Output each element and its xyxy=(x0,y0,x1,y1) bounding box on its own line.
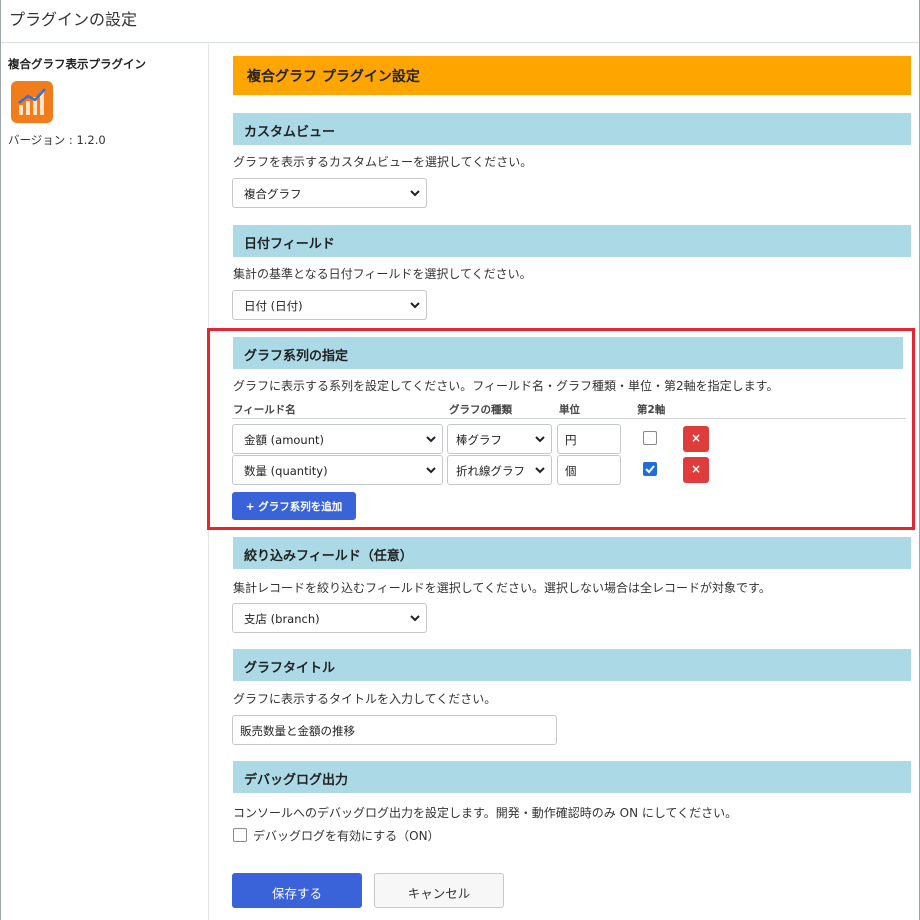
section-heading: 絞り込みフィールド（任意） xyxy=(244,549,413,564)
select-value: 日付 (日付) xyxy=(244,299,303,313)
window-titlebar: プラグインの設定 xyxy=(1,0,919,43)
section-heading: デバッグログ出力 xyxy=(244,773,349,788)
window-title: プラグインの設定 xyxy=(9,10,138,29)
section-date-field-header: 日付フィールド xyxy=(233,225,911,257)
chevron-down-icon xyxy=(410,190,420,197)
save-label: 保存する xyxy=(271,886,322,901)
cancel-label: キャンセル xyxy=(407,886,471,901)
select-value: 支店 (branch) xyxy=(244,612,320,626)
section-heading: カスタムビュー xyxy=(244,125,336,140)
filter-field-description: 集計レコードを絞り込むフィールドを選択してください。選択しない場合は全レコードが… xyxy=(233,581,771,595)
input-value: 販売数量と金額の推移 xyxy=(240,724,355,738)
filter-field-select[interactable]: 支店 (branch) xyxy=(232,603,427,633)
date-field-description: 集計の基準となる日付フィールドを選択してください。 xyxy=(233,267,532,281)
plugin-name: 複合グラフ表示プラグイン xyxy=(8,57,146,71)
date-field-select[interactable]: 日付 (日付) xyxy=(232,290,427,320)
debug-checkbox[interactable] xyxy=(233,828,247,842)
graph-title-description: グラフに表示するタイトルを入力してください。 xyxy=(233,692,497,706)
chevron-down-icon xyxy=(410,615,420,622)
section-heading: グラフタイトル xyxy=(244,661,336,676)
chevron-down-icon xyxy=(410,302,420,309)
custom-view-description: グラフを表示するカスタムビューを選択してください。 xyxy=(233,155,533,169)
section-heading: 日付フィールド xyxy=(244,237,335,252)
graph-title-input[interactable]: 販売数量と金額の推移 xyxy=(232,715,557,745)
section-graph-title-header: グラフタイトル xyxy=(233,649,911,681)
debug-description: コンソールへのデバッグログ出力を設定します。開発・動作確認時のみ ON にしてく… xyxy=(233,806,738,820)
custom-view-select[interactable]: 複合グラフ xyxy=(232,178,427,208)
section-custom-view-header: カスタムビュー xyxy=(233,113,911,145)
highlight-box xyxy=(207,328,915,530)
select-value: 複合グラフ xyxy=(244,187,302,201)
main-title-bar: 複合グラフ プラグイン設定 xyxy=(233,56,911,95)
cancel-button[interactable]: キャンセル xyxy=(374,873,504,908)
debug-checkbox-label[interactable]: デバッグログを有効にする（ON） xyxy=(253,827,440,844)
sidebar: 複合グラフ表示プラグイン バージョン : 1.2.0 xyxy=(1,44,209,920)
bar-line-chart-icon xyxy=(11,81,53,123)
save-button[interactable]: 保存する xyxy=(232,873,362,908)
section-debug-header: デバッグログ出力 xyxy=(233,761,911,793)
main-title: 複合グラフ プラグイン設定 xyxy=(247,69,420,85)
plugin-version: バージョン : 1.2.0 xyxy=(8,133,106,147)
section-filter-field-header: 絞り込みフィールド（任意） xyxy=(233,537,911,569)
